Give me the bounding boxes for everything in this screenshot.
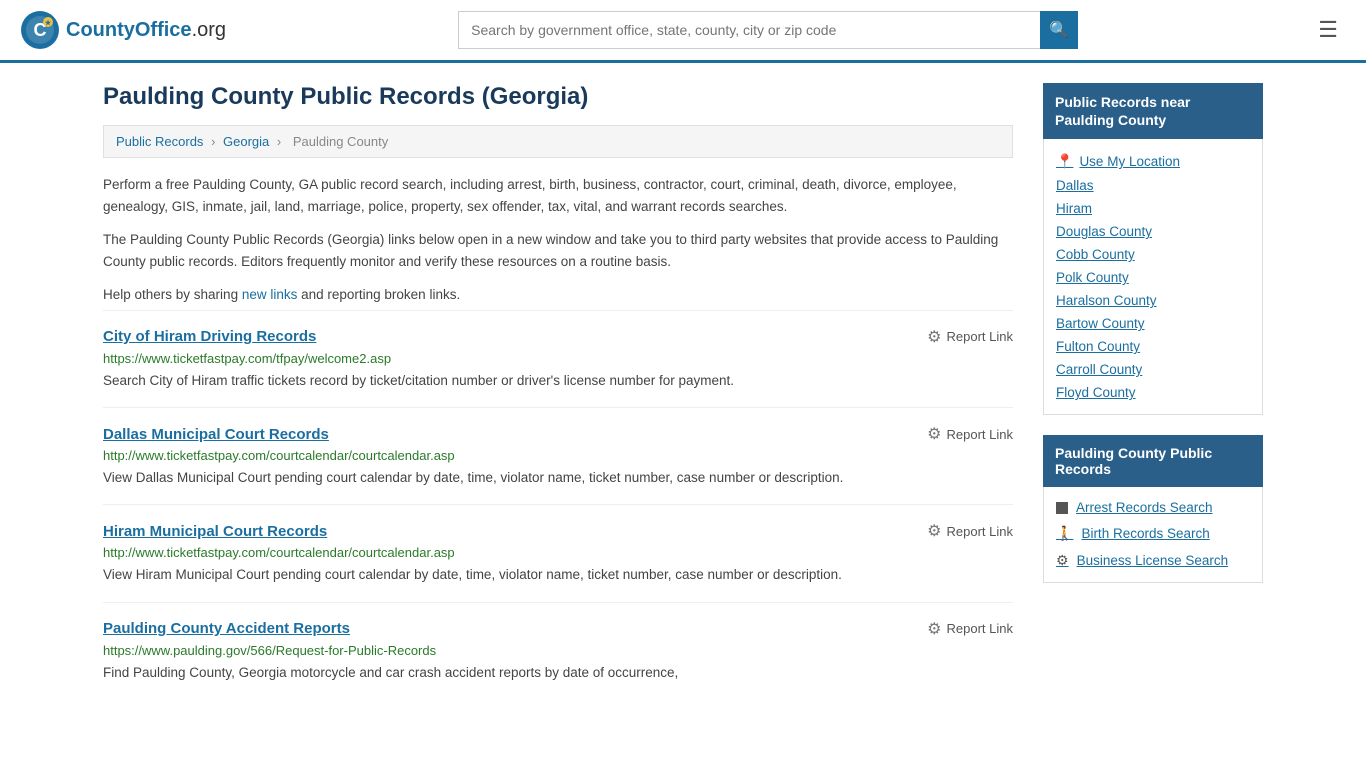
biz-icon: ⚙ [1056, 552, 1069, 569]
sidebar-county-link[interactable]: Douglas County [1056, 220, 1250, 243]
nearby-section: Public Records near Paulding County 📍 Us… [1043, 83, 1263, 415]
intro-paragraph-3: Help others by sharing new links and rep… [103, 284, 1013, 306]
record-title[interactable]: Dallas Municipal Court Records [103, 426, 329, 443]
intro3-suffix: and reporting broken links. [297, 287, 460, 302]
search-input[interactable] [458, 11, 1040, 49]
sidebar-record-link[interactable]: 🚶 Birth Records Search [1056, 520, 1250, 547]
content-area: Paulding County Public Records (Georgia)… [103, 83, 1013, 699]
sidebar-record-link[interactable]: Arrest Records Search [1056, 495, 1250, 520]
sidebar-cities: DallasHiram [1056, 174, 1250, 220]
record-item-header: Dallas Municipal Court Records ⚙ Report … [103, 424, 1013, 444]
records-section-content: Arrest Records Search🚶 Birth Records Sear… [1043, 487, 1263, 583]
search-button[interactable]: 🔍 [1040, 11, 1078, 49]
menu-button[interactable]: ☰ [1310, 13, 1346, 47]
record-item-header: Paulding County Accident Reports ⚙ Repor… [103, 619, 1013, 639]
record-desc: Find Paulding County, Georgia motorcycle… [103, 663, 1013, 683]
sidebar-record-link[interactable]: ⚙ Business License Search [1056, 547, 1250, 574]
record-item-header: City of Hiram Driving Records ⚙ Report L… [103, 327, 1013, 347]
report-link-label: Report Link [947, 524, 1013, 539]
sidebar-record-links: Arrest Records Search🚶 Birth Records Sear… [1056, 495, 1250, 574]
sidebar: Public Records near Paulding County 📍 Us… [1043, 83, 1263, 699]
intro-paragraph-2: The Paulding County Public Records (Geor… [103, 229, 1013, 272]
records-section-header: Paulding County Public Records [1043, 435, 1263, 487]
search-area: 🔍 [458, 11, 1078, 49]
record-url[interactable]: http://www.ticketfastpay.com/courtcalend… [103, 545, 1013, 560]
sidebar-county-link[interactable]: Polk County [1056, 266, 1250, 289]
record-item: City of Hiram Driving Records ⚙ Report L… [103, 310, 1013, 407]
report-icon: ⚙ [927, 521, 941, 541]
breadcrumb-paulding: Paulding County [293, 134, 388, 149]
report-link[interactable]: ⚙ Report Link [927, 424, 1013, 444]
location-pin-icon: 📍 [1056, 153, 1073, 170]
person-icon: 🚶 [1056, 525, 1073, 542]
sidebar-city-link[interactable]: Dallas [1056, 174, 1250, 197]
header: C ★ CountyOffice.org 🔍 ☰ [0, 0, 1366, 63]
record-desc: Search City of Hiram traffic tickets rec… [103, 371, 1013, 391]
logo-text: CountyOffice.org [66, 19, 226, 42]
record-item: Paulding County Accident Reports ⚙ Repor… [103, 602, 1013, 699]
square-icon [1056, 502, 1068, 514]
breadcrumb-georgia[interactable]: Georgia [223, 134, 269, 149]
sidebar-county-link[interactable]: Cobb County [1056, 243, 1250, 266]
search-icon: 🔍 [1049, 20, 1069, 40]
report-icon: ⚙ [927, 424, 941, 444]
breadcrumb-sep1: › [211, 134, 219, 149]
nearby-content: 📍 Use My Location DallasHiram Douglas Co… [1043, 139, 1263, 415]
breadcrumb: Public Records › Georgia › Paulding Coun… [103, 125, 1013, 158]
sidebar-county-link[interactable]: Carroll County [1056, 358, 1250, 381]
record-url[interactable]: http://www.ticketfastpay.com/courtcalend… [103, 448, 1013, 463]
record-title[interactable]: Paulding County Accident Reports [103, 620, 350, 637]
record-title[interactable]: Hiram Municipal Court Records [103, 523, 327, 540]
report-icon: ⚙ [927, 327, 941, 347]
breadcrumb-sep2: › [277, 134, 285, 149]
record-title[interactable]: City of Hiram Driving Records [103, 328, 316, 345]
record-desc: View Dallas Municipal Court pending cour… [103, 468, 1013, 488]
record-desc: View Hiram Municipal Court pending court… [103, 565, 1013, 585]
paulding-records-section: Paulding County Public Records Arrest Re… [1043, 435, 1263, 583]
record-link-label: Business License Search [1077, 553, 1229, 568]
new-links-link[interactable]: new links [242, 287, 298, 302]
report-link[interactable]: ⚙ Report Link [927, 619, 1013, 639]
record-item: Hiram Municipal Court Records ⚙ Report L… [103, 504, 1013, 601]
page-title: Paulding County Public Records (Georgia) [103, 83, 1013, 111]
record-link-label: Arrest Records Search [1076, 500, 1213, 515]
nearby-header: Public Records near Paulding County [1043, 83, 1263, 139]
main-container: Paulding County Public Records (Georgia)… [83, 63, 1283, 719]
use-location-label: Use My Location [1079, 154, 1180, 169]
record-url[interactable]: https://www.ticketfastpay.com/tfpay/welc… [103, 351, 1013, 366]
logo-area[interactable]: C ★ CountyOffice.org [20, 10, 226, 50]
intro3-prefix: Help others by sharing [103, 287, 242, 302]
use-my-location[interactable]: 📍 Use My Location [1056, 149, 1250, 174]
record-url[interactable]: https://www.paulding.gov/566/Request-for… [103, 643, 1013, 658]
report-icon: ⚙ [927, 619, 941, 639]
svg-text:★: ★ [45, 19, 52, 27]
record-item-header: Hiram Municipal Court Records ⚙ Report L… [103, 521, 1013, 541]
hamburger-icon: ☰ [1318, 17, 1338, 42]
logo-icon: C ★ [20, 10, 60, 50]
report-link[interactable]: ⚙ Report Link [927, 521, 1013, 541]
record-item: Dallas Municipal Court Records ⚙ Report … [103, 407, 1013, 504]
breadcrumb-public-records[interactable]: Public Records [116, 134, 203, 149]
report-link-label: Report Link [947, 621, 1013, 636]
intro-paragraph-1: Perform a free Paulding County, GA publi… [103, 174, 1013, 217]
report-link[interactable]: ⚙ Report Link [927, 327, 1013, 347]
sidebar-counties: Douglas CountyCobb CountyPolk CountyHara… [1056, 220, 1250, 404]
sidebar-city-link[interactable]: Hiram [1056, 197, 1250, 220]
record-link-label: Birth Records Search [1081, 526, 1209, 541]
records-list: City of Hiram Driving Records ⚙ Report L… [103, 310, 1013, 699]
sidebar-county-link[interactable]: Fulton County [1056, 335, 1250, 358]
sidebar-county-link[interactable]: Floyd County [1056, 381, 1250, 404]
sidebar-county-link[interactable]: Bartow County [1056, 312, 1250, 335]
report-link-label: Report Link [947, 427, 1013, 442]
report-link-label: Report Link [947, 329, 1013, 344]
sidebar-county-link[interactable]: Haralson County [1056, 289, 1250, 312]
